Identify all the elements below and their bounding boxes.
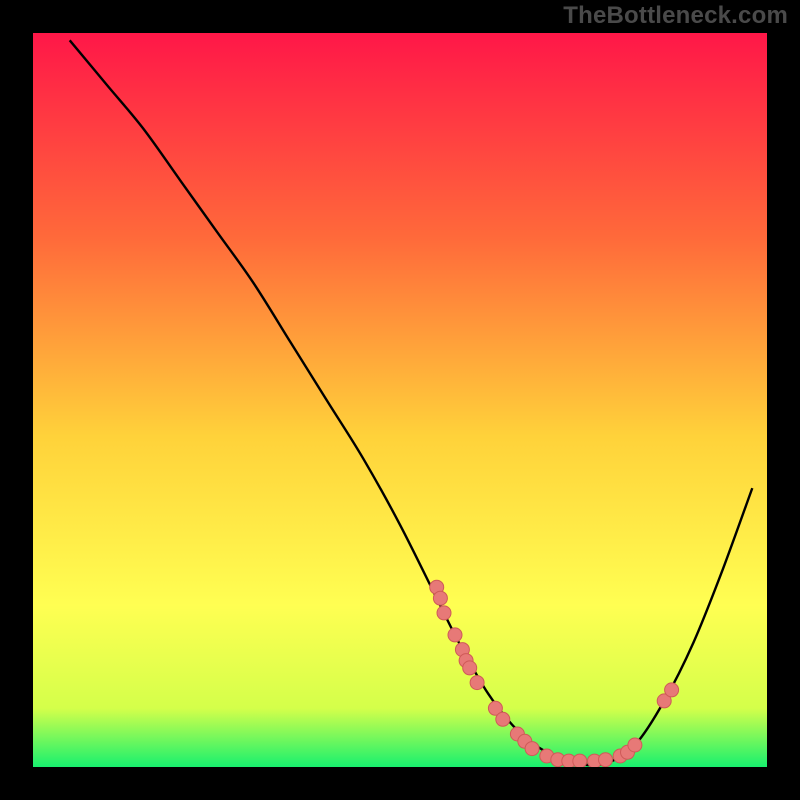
- plot-background: [33, 33, 767, 767]
- data-marker: [433, 591, 447, 605]
- data-marker: [665, 683, 679, 697]
- data-marker: [496, 712, 510, 726]
- watermark-label: TheBottleneck.com: [563, 2, 788, 30]
- bottleneck-chart: [0, 0, 800, 800]
- data-marker: [470, 676, 484, 690]
- chart-frame: TheBottleneck.com: [0, 0, 800, 800]
- data-marker: [448, 628, 462, 642]
- data-marker: [628, 738, 642, 752]
- data-marker: [573, 754, 587, 768]
- data-marker: [525, 742, 539, 756]
- data-marker: [437, 606, 451, 620]
- data-marker: [599, 753, 613, 767]
- data-marker: [463, 661, 477, 675]
